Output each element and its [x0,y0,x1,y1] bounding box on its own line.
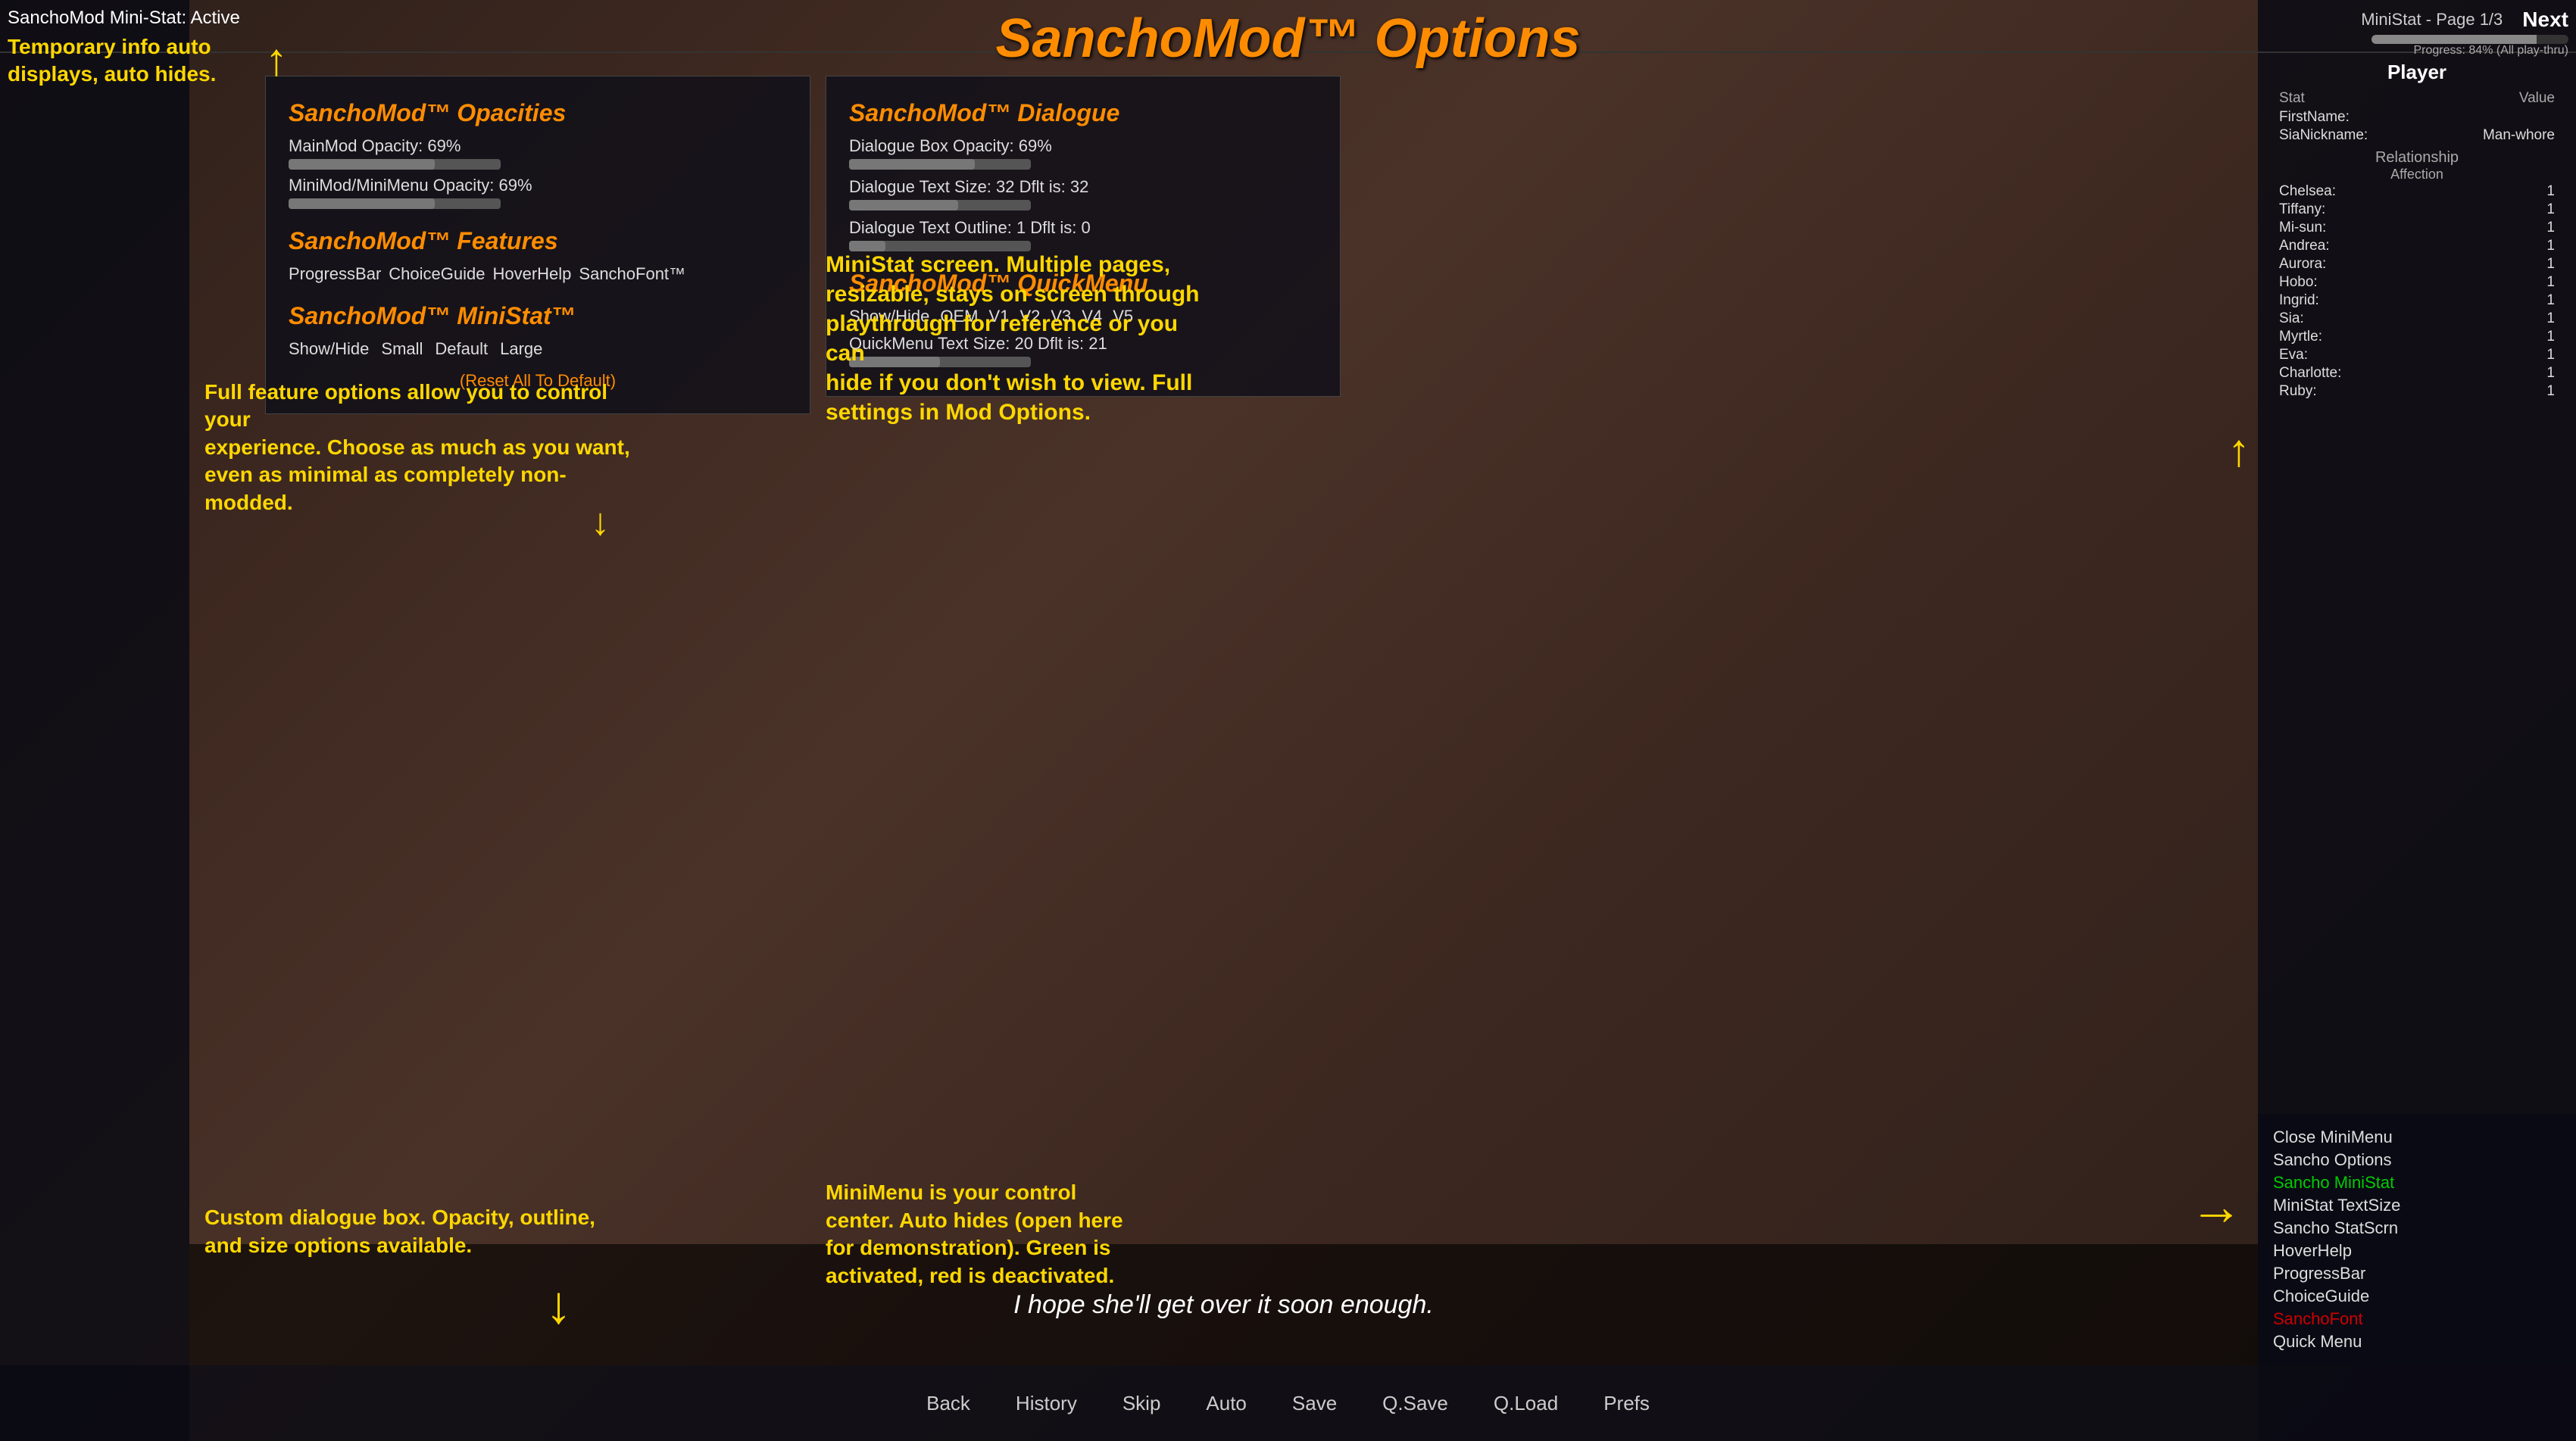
bottom-btn-skip[interactable]: Skip [1123,1392,1161,1415]
mini-menu-item[interactable]: ChoiceGuide [2273,1285,2561,1308]
bottom-btn-prefs[interactable]: Prefs [1603,1392,1650,1415]
minimod-opacity-label: MiniMod/MiniMenu Opacity: 69% [289,176,787,195]
mainmod-opacity-fill [289,159,435,170]
dialogue-box-opacity-fill [849,159,975,170]
dialogue-text-size-slider[interactable] [849,200,1031,211]
feature-btn[interactable]: SanchoFont™ [579,264,685,284]
dialogue-text-size-label: Dialogue Text Size: 32 Dflt is: 32 [849,177,1317,197]
character-row: Charlotte:1 [2273,364,2561,382]
up-arrow-top-left: ↑ [265,33,288,86]
dialogue-text-size-row: Dialogue Text Size: 32 Dflt is: 32 [849,177,1317,211]
dialogue-outline-label: Dialogue Text Outline: 1 Dflt is: 0 [849,218,1317,238]
ministat-showhide-btn[interactable]: Show/Hide [289,339,369,359]
mini-menu-item[interactable]: MiniStat TextSize [2273,1194,2561,1217]
top-left-annotation: Temporary info auto displays, auto hides… [8,33,250,89]
feature-btn[interactable]: ChoiceGuide [389,264,485,284]
bottom-btn-history[interactable]: History [1016,1392,1077,1415]
dialogue-outline-row: Dialogue Text Outline: 1 Dflt is: 0 [849,218,1317,251]
ministat-size-btn[interactable]: Small [381,339,423,359]
character-row: Ingrid:1 [2273,292,2561,310]
player-stat-panel: Player Stat Value FirstName:SiaNickname:… [2265,53,2568,408]
character-row: Myrtle:1 [2273,328,2561,346]
main-title: SanchoMod™ Options [996,8,1581,70]
down-arrow-center: ↓ [591,500,610,544]
feature-buttons-container: ProgressBar ChoiceGuide HoverHelp SanchoFon… [289,264,787,284]
bottom-btn-qload[interactable]: Q.Load [1494,1392,1558,1415]
character-row: Ruby:1 [2273,382,2561,401]
features-title: SanchoMod™ Features [289,227,787,255]
mainmod-opacity-row: MainMod Opacity: 69% [289,136,787,170]
character-row: Hobo:1 [2273,273,2561,292]
stat-row: SiaNickname:Man-whore [2273,126,2561,145]
dialogue-title: SanchoMod™ Dialogue [849,99,1317,127]
center-annotation: Full feature options allow you to contro… [205,379,644,516]
value-col-header: Value [2430,89,2561,108]
opacities-title: SanchoMod™ Opacities [289,99,787,127]
left-panel [0,0,189,1441]
mini-menu-item[interactable]: Sancho MiniStat [2273,1171,2561,1194]
dialogue-box-opacity-slider[interactable] [849,159,1031,170]
progress-bar-fill [2371,35,2537,44]
ministat-size-btn[interactable]: Large [500,339,542,359]
bottom-bar: Back History Skip Auto Save Q.Save Q.Load Prefs [0,1365,2576,1441]
right-annotation: MiniStat screen. Multiple pages,resizabl… [826,250,1219,427]
mini-menu-item[interactable]: HoverHelp [2273,1240,2561,1262]
mini-menu: Close MiniMenuSancho OptionsSancho MiniS… [2258,1114,2576,1365]
ministat-size-row: Show/Hide Small Default Large [289,339,787,359]
mainmod-opacity-slider[interactable] [289,159,501,170]
bottom-btn-back[interactable]: Back [926,1392,970,1415]
next-button[interactable]: Next [2522,8,2568,32]
mini-menu-item[interactable]: Quick Menu [2273,1330,2561,1353]
feature-btn[interactable]: HoverHelp [492,264,571,284]
feature-btn[interactable]: ProgressBar [289,264,381,284]
mini-menu-item[interactable]: Sancho StatScrn [2273,1217,2561,1240]
character-row: Eva:1 [2273,346,2561,364]
bottom-left-annotation: Custom dialogue box. Opacity, outline,an… [205,1204,595,1259]
dialogue-area: I hope she'll get over it soon enough. [189,1244,2258,1365]
dialogue-text-size-fill [849,200,958,211]
minimod-opacity-fill [289,198,435,209]
minimod-opacity-slider[interactable] [289,198,501,209]
up-arrow-right: ↑ [2228,424,2250,476]
relationship-header: Relationship [2273,149,2561,167]
options-panel-left: SanchoMod™ Opacities MainMod Opacity: 69… [265,76,810,414]
bottom-btn-save[interactable]: Save [1292,1392,1337,1415]
dialogue-box-opacity-row: Dialogue Box Opacity: 69% [849,136,1317,170]
ministat-header: MiniStat - Page 1/3 Next Progress: 84% (… [2361,8,2568,58]
character-row: Sia:1 [2273,310,2561,328]
character-row: Andrea:1 [2273,237,2561,255]
stat-row: FirstName: [2273,108,2561,126]
character-row: Tiffany:1 [2273,201,2561,219]
ministat-size-btn[interactable]: Default [435,339,488,359]
mainmod-opacity-label: MainMod Opacity: 69% [289,136,787,156]
dialogue-text: I hope she'll get over it soon enough. [1013,1290,1434,1320]
dialogue-box-opacity-label: Dialogue Box Opacity: 69% [849,136,1317,156]
character-row: Mi-sun:1 [2273,219,2561,237]
bottom-right-annotation: MiniMenu is your controlcenter. Auto hid… [826,1179,1123,1290]
mini-menu-item[interactable]: ProgressBar [2273,1262,2561,1285]
right-arrow-mini-menu: → [2190,1176,2243,1237]
character-row: Chelsea:1 [2273,182,2561,201]
ministat-title: SanchoMod™ MiniStat™ [289,302,787,330]
mini-menu-item[interactable]: Close MiniMenu [2273,1126,2561,1149]
affection-header: Affection [2273,167,2561,182]
ministat-active-label: SanchoMod Mini-Stat: Active [8,8,288,29]
stat-col-header: Stat [2273,89,2430,108]
down-arrow-bottom: ↓ [545,1274,572,1335]
character-table: Chelsea:1Tiffany:1Mi-sun:1Andrea:1Aurora… [2273,182,2561,401]
minimod-opacity-row: MiniMod/MiniMenu Opacity: 69% [289,176,787,209]
ministat-page-label: MiniStat - Page 1/3 [2361,10,2503,30]
bottom-btn-auto[interactable]: Auto [1206,1392,1247,1415]
mini-menu-item[interactable]: Sancho Options [2273,1149,2561,1171]
stat-table: Stat Value FirstName:SiaNickname:Man-who… [2273,89,2561,145]
bottom-btn-qsave[interactable]: Q.Save [1382,1392,1448,1415]
top-left-info: SanchoMod Mini-Stat: Active Temporary in… [8,8,288,89]
character-row: Aurora:1 [2273,255,2561,273]
mini-menu-item[interactable]: SanchoFont [2273,1308,2561,1330]
player-panel-title: Player [2273,61,2561,84]
